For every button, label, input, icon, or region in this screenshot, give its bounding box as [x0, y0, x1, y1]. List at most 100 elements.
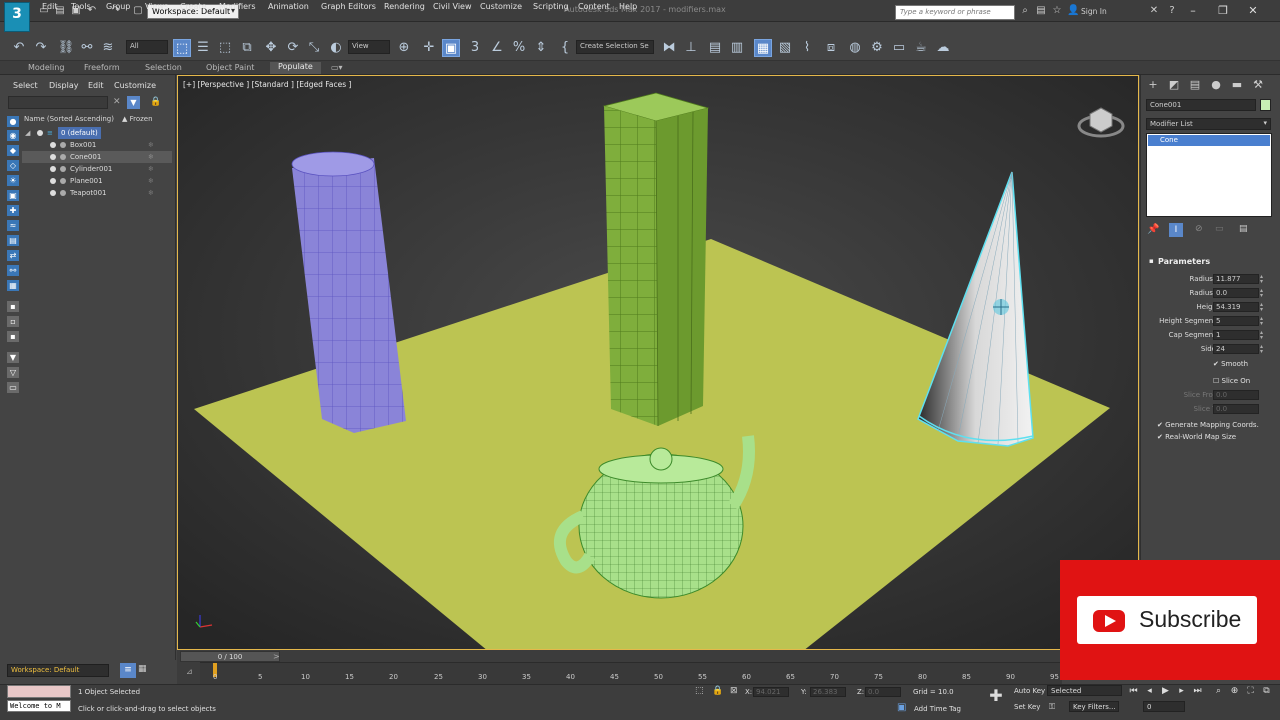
unlink-icon[interactable]: ⚯	[78, 39, 96, 57]
menu-rendering[interactable]: Rendering	[384, 2, 425, 11]
display-xrefs-icon[interactable]: ⇄	[7, 250, 19, 261]
rendered-frame-window-icon[interactable]: ▭	[890, 39, 908, 57]
visibility-icon[interactable]	[50, 178, 56, 184]
display-all-icon[interactable]: ◉	[7, 130, 19, 141]
help-icon[interactable]: ?	[1166, 5, 1178, 17]
modify-tab-icon[interactable]: ◩	[1167, 78, 1181, 92]
renderable-icon[interactable]	[60, 142, 66, 148]
select-manipulate-icon[interactable]: ✛	[420, 39, 438, 57]
column-name-header[interactable]: Name (Sorted Ascending)	[24, 115, 114, 123]
menu-create[interactable]: Create	[180, 2, 207, 11]
motion-tab-icon[interactable]: ●	[1209, 78, 1223, 92]
filter-funnel-icon[interactable]: ▼	[7, 352, 19, 363]
explorer-search-input[interactable]	[8, 96, 108, 109]
menu-help[interactable]: Help	[619, 2, 637, 11]
display-geometry-icon[interactable]: ◆	[7, 145, 19, 156]
menu-tools[interactable]: Tools	[71, 2, 91, 11]
minimize-button[interactable]: –	[1184, 4, 1202, 18]
undo-icon[interactable]: ↶	[10, 39, 28, 57]
radius2-field[interactable]: 0.0	[1213, 288, 1259, 298]
filter-icon[interactable]: ▼	[127, 96, 140, 109]
modifier-stack-item[interactable]: Cone	[1148, 135, 1270, 146]
redo-icon[interactable]: ↷	[32, 39, 50, 57]
time-slider[interactable]: 0 / 100	[180, 651, 280, 662]
layer-explorer-icon[interactable]: ▥	[728, 39, 746, 57]
viewport-label[interactable]: [+] [Perspective ] [Standard ] [Edged Fa…	[183, 80, 351, 89]
schematic-view-icon[interactable]: ⧈	[822, 39, 840, 57]
explorer-tab-display[interactable]: Display	[49, 81, 79, 90]
user-icon[interactable]: 👤	[1067, 5, 1079, 17]
x-coordinate-field[interactable]: 94.021	[753, 687, 789, 697]
layer-icon[interactable]: ▭	[7, 382, 19, 393]
key-filters-button[interactable]: Key Filters...	[1069, 701, 1119, 712]
explorer-tab-edit[interactable]: Edit	[88, 81, 104, 90]
track-bar[interactable]	[200, 662, 1062, 684]
slice-on-checkbox[interactable]: ☐ Slice On	[1213, 377, 1250, 385]
search-icon[interactable]: ⌕	[1019, 5, 1031, 17]
snaps-toggle-icon[interactable]: 3	[466, 39, 484, 57]
spinner-icon[interactable]: ▴ ▾	[1260, 344, 1266, 355]
column-frozen-header[interactable]: ▲ Frozen	[122, 115, 153, 123]
lock-icon[interactable]: 🔒	[150, 97, 161, 107]
renderable-icon[interactable]	[60, 190, 66, 196]
zoom-extents-icon[interactable]: ⛶	[1244, 685, 1257, 698]
search-input[interactable]: Type a keyword or phrase	[895, 5, 1015, 20]
next-frame-icon[interactable]: ▸	[1175, 685, 1188, 698]
spinner-icon[interactable]: ▴ ▾	[1260, 288, 1266, 299]
tree-row-object[interactable]: Cylinder001 ❄	[22, 163, 172, 175]
visibility-icon[interactable]	[37, 130, 43, 136]
menu-views[interactable]: Views	[145, 2, 168, 11]
real-world-map-checkbox[interactable]: ✔ Real-World Map Size	[1157, 433, 1236, 441]
previous-frame-icon[interactable]: ◂	[1143, 685, 1156, 698]
toggle-ribbon-icon[interactable]: ▦	[754, 39, 772, 57]
tree-row-object[interactable]: Teapot001 ❄	[22, 187, 172, 199]
ribbon-options-icon[interactable]: ▭▾	[331, 63, 343, 72]
display-lights-icon[interactable]: ☀	[7, 175, 19, 186]
menu-edit[interactable]: Edit	[42, 2, 58, 11]
select-object-icon[interactable]: ⬚	[173, 39, 191, 57]
bind-space-warp-icon[interactable]: ≋	[99, 39, 117, 57]
layer-manager-icon[interactable]: ▦	[138, 664, 147, 674]
smooth-checkbox[interactable]: ✔ Smooth	[1213, 360, 1248, 368]
display-none-icon[interactable]: ●	[7, 116, 19, 127]
utilities-tab-icon[interactable]: ⚒	[1251, 78, 1265, 92]
isolate-selection-icon[interactable]: ⬚	[695, 686, 704, 696]
freeze-icon[interactable]: ❄	[148, 139, 154, 151]
display-tab-icon[interactable]: ▬	[1230, 78, 1244, 92]
set-key-icon[interactable]: ✚	[985, 686, 1007, 708]
go-to-end-icon[interactable]: ⏭	[1191, 685, 1204, 698]
add-time-tag[interactable]: Add Time Tag	[914, 705, 961, 713]
tree-row-object[interactable]: Plane001 ❄	[22, 175, 172, 187]
exchange-icon[interactable]: ✕	[1148, 5, 1160, 17]
spinner-icon[interactable]: ▴ ▾	[1260, 330, 1266, 341]
link-icon[interactable]: ⛓	[57, 39, 75, 57]
parameters-rollout-title[interactable]: Parameters	[1158, 257, 1210, 266]
app-logo[interactable]: 3	[4, 2, 30, 32]
project-folder-icon[interactable]: ▢	[132, 5, 144, 17]
menu-animation[interactable]: Animation	[268, 2, 309, 11]
box-object[interactable]	[602, 92, 710, 427]
object-color-swatch[interactable]	[1260, 99, 1271, 111]
modifier-list-dropdown[interactable]: Modifier List ▾	[1146, 118, 1271, 130]
mirror-icon[interactable]: ⧓	[660, 39, 678, 57]
sign-in-link[interactable]: Sign In	[1081, 7, 1107, 16]
selection-region-icon[interactable]: ⬚	[216, 39, 234, 57]
slice-from-field[interactable]: 0.0	[1213, 390, 1259, 400]
go-to-start-icon[interactable]: ⏮	[1127, 685, 1140, 698]
make-unique-icon[interactable]: ⊘	[1195, 224, 1203, 234]
clear-search-icon[interactable]: ✕	[113, 97, 121, 107]
percent-snap-icon[interactable]: %	[510, 39, 528, 57]
ribbon-tab-object-paint[interactable]: Object Paint	[206, 63, 254, 72]
spinner-snap-icon[interactable]: ⇕	[532, 39, 550, 57]
create-tab-icon[interactable]: +	[1146, 78, 1160, 92]
menu-content[interactable]: Content	[578, 2, 610, 11]
display-groups-icon[interactable]: ▤	[7, 235, 19, 246]
pin-stack-icon[interactable]: 📌	[1147, 224, 1159, 235]
spinner-icon[interactable]: ▴ ▾	[1260, 302, 1266, 313]
zoom-icon[interactable]: ⌕	[1212, 685, 1225, 698]
scale-icon[interactable]: ⤡	[305, 39, 323, 57]
maxscript-mini-listener[interactable]	[7, 685, 71, 698]
cap-segments-field[interactable]: 1	[1213, 330, 1259, 340]
key-mode-dropdown[interactable]: Selected	[1047, 685, 1122, 696]
select-by-name-icon[interactable]: ☰	[194, 39, 212, 57]
